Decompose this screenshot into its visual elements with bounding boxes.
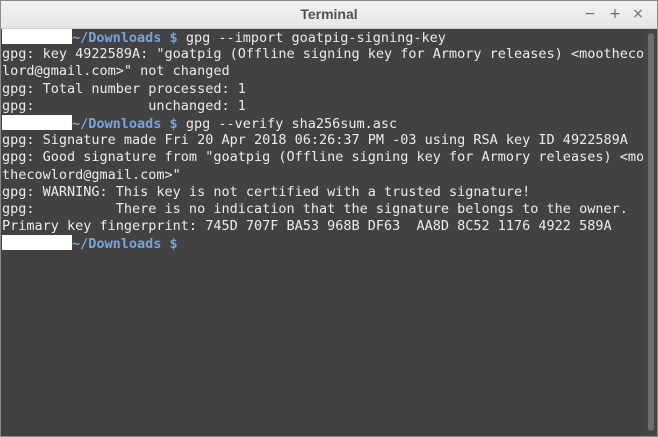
prompt-symbol: $ (169, 30, 178, 46)
redacted-username (2, 114, 72, 130)
output-line: thecowlord@gmail.com>" (2, 166, 181, 183)
window-title: Terminal (300, 6, 358, 22)
prompt-line: ~/Downloads $ gpg --verify sha256sum.asc (2, 114, 642, 132)
command-text: gpg --import goatpig-signing-key (177, 30, 446, 46)
terminal-window: Terminal − + × ~/Downloads $ gpg --impor… (0, 0, 658, 437)
output-line: gpg: unchanged: 1 (2, 97, 246, 114)
command-text: gpg --verify sha256sum.asc (177, 115, 398, 132)
terminal-area[interactable]: ~/Downloads $ gpg --import goatpig-signi… (1, 29, 657, 436)
prompt-line: ~/Downloads $ gpg --import goatpig-signi… (2, 29, 642, 46)
prompt-path: ~/Downloads (72, 236, 162, 253)
prompt-symbol: $ (169, 115, 178, 132)
prompt-line: ~/Downloads $ (2, 235, 642, 252)
redacted-username (2, 29, 72, 44)
output-line: gpg: There is no indication that the sig… (2, 200, 628, 217)
title-bar[interactable]: Terminal − + × (1, 1, 657, 29)
minimize-icon[interactable]: − (581, 5, 599, 23)
redacted-username (2, 235, 72, 251)
prompt-path: ~/Downloads (72, 115, 162, 132)
close-icon[interactable]: × (629, 5, 647, 23)
prompt-path: ~/Downloads (72, 30, 162, 46)
output-line: gpg: Total number processed: 1 (2, 80, 246, 97)
scrollbar[interactable] (643, 29, 657, 436)
output-line: lord@gmail.com>" not changed (2, 63, 230, 80)
prompt-symbol: $ (169, 236, 178, 253)
output-line: gpg: Signature made Fri 20 Apr 2018 06:2… (2, 132, 628, 149)
output-line: Primary key fingerprint: 745D 707F BA53 … (2, 218, 612, 235)
command-text (178, 236, 186, 252)
scrollbar-thumb[interactable] (648, 33, 654, 431)
terminal-output: ~/Downloads $ gpg --import goatpig-signi… (2, 29, 653, 252)
output-line: gpg: Good signature from "goatpig (Offli… (2, 149, 653, 166)
output-line: gpg: WARNING: This key is not certified … (2, 183, 531, 200)
output-line: gpg: key 4922589A: "goatpig (Offline sig… (2, 46, 653, 63)
maximize-icon[interactable]: + (606, 5, 624, 23)
